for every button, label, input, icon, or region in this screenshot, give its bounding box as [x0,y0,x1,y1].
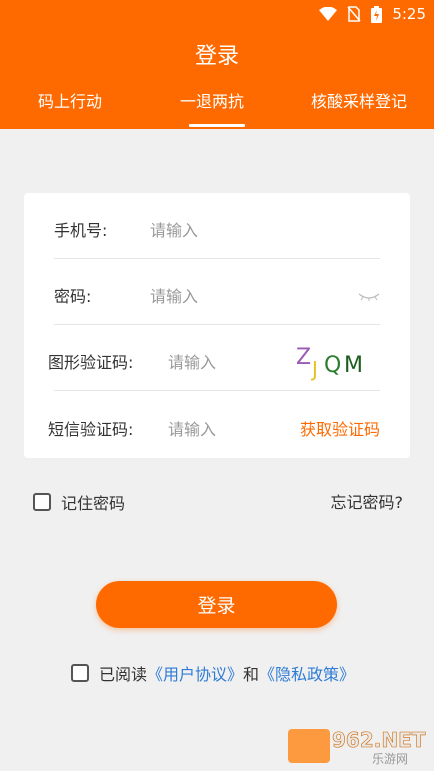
user-agreement-link[interactable]: 《用户协议》 [147,665,243,684]
remember-password[interactable]: 记住密码 [33,490,125,514]
get-code-button[interactable]: 获取验证码 [300,416,380,440]
sms-label: 短信验证码: [48,420,134,439]
wifi-icon [319,7,338,21]
battery-charging-icon [371,5,383,23]
remember-label: 记住密码 [61,494,126,513]
tab-nucleic-acid-registration[interactable]: 核酸采样登记 [311,88,407,112]
status-icons: 5:25 [319,5,426,23]
captcha-input[interactable]: 请输入 [168,349,216,373]
agreement-checkbox[interactable] [71,664,89,682]
watermark-logo: 962.NET 乐游网 [288,728,426,765]
agreement-prefix: 已阅读 [99,665,148,684]
login-button[interactable]: 登录 [96,581,337,628]
svg-text:M: M [344,353,363,378]
active-tab-indicator [189,124,245,127]
phone-input[interactable]: 请输入 [150,217,198,241]
status-bar: 5:25 [0,0,434,30]
svg-text:乐游网: 乐游网 [372,752,408,765]
tab-yi-tui-liang-kang[interactable]: 一退两抗 [180,88,244,112]
sms-input[interactable]: 请输入 [168,416,216,440]
captcha-label: 图形验证码: [48,353,134,372]
svg-text:Q: Q [324,353,341,378]
app-header: 5:25 登录 码上行动 一退两抗 核酸采样登记 [0,0,434,129]
captcha-image[interactable]: Z J Q M [294,342,374,382]
tab-bar: 码上行动 一退两抗 核酸采样登记 [0,88,434,128]
status-time: 5:25 [392,5,426,23]
phone-row: 手机号: 请输入 [54,193,380,259]
no-sim-icon [347,6,361,22]
sms-row: 短信验证码: 请输入 获取验证码 [48,392,380,457]
captcha-row: 图形验证码: 请输入 Z J Q M [48,325,380,391]
forgot-password-link[interactable]: 忘记密码? [331,489,404,513]
tab-ma-shang-xing-dong[interactable]: 码上行动 [38,88,102,112]
page-title: 登录 [194,44,239,69]
svg-text:962.NET: 962.NET [332,728,426,752]
password-row: 密码: 请输入 [54,259,380,325]
remember-checkbox[interactable] [33,493,51,511]
agreement-and: 和 [243,665,260,684]
agreement-text: 已阅读《用户协议》和《隐私政策》 [99,661,355,685]
svg-text:Z: Z [296,345,311,370]
login-form-card: 手机号: 请输入 密码: 请输入 图形验证码: 请输入 Z J Q M 短信验证… [24,193,410,458]
eye-closed-icon[interactable] [358,293,380,301]
privacy-policy-link[interactable]: 《隐私政策》 [259,665,355,684]
password-input[interactable]: 请输入 [150,283,198,307]
svg-text:J: J [310,357,318,381]
agreement-row: 已阅读《用户协议》和《隐私政策》 [71,661,355,685]
password-label: 密码: [54,287,92,306]
phone-label: 手机号: [54,221,108,240]
